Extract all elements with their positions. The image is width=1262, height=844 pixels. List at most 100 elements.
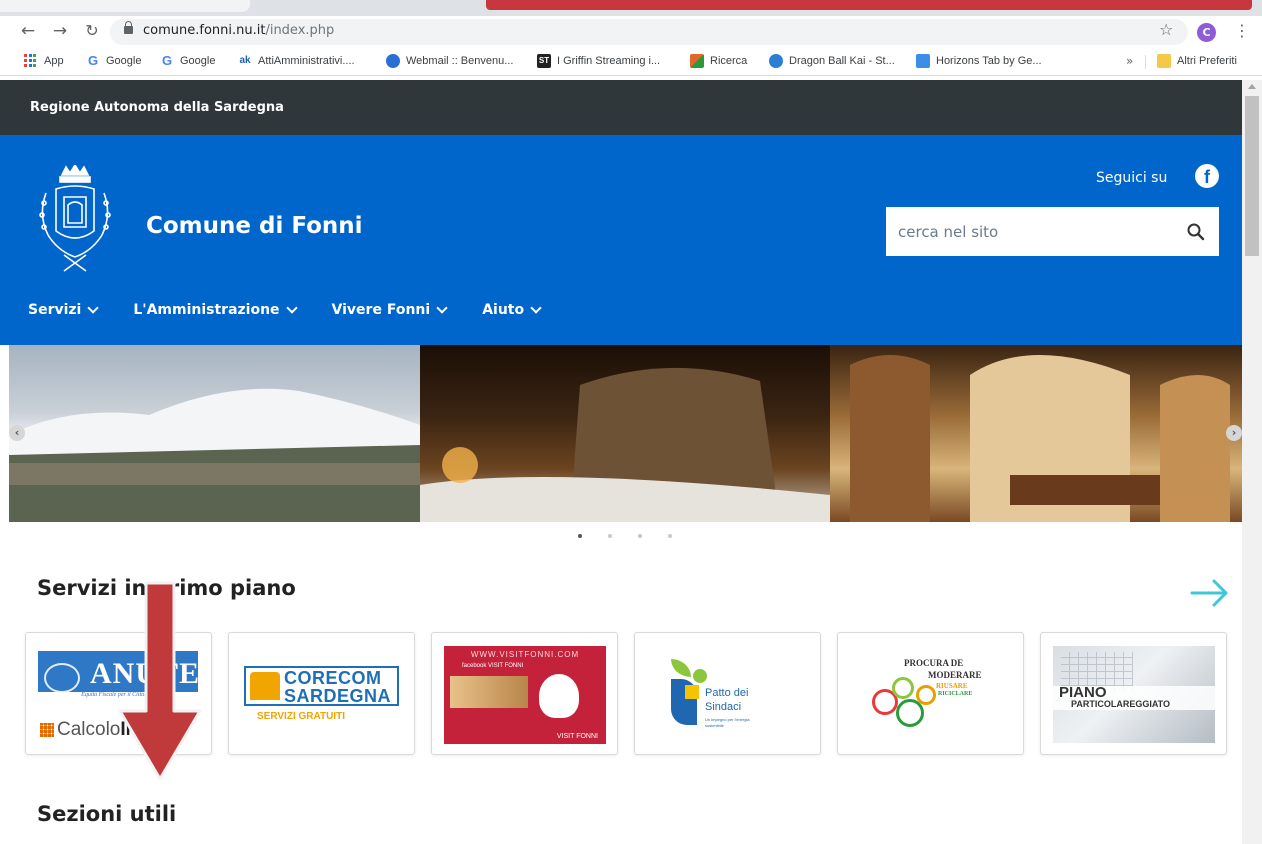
nav-aiuto[interactable]: Aiuto — [482, 302, 542, 318]
bird-icon — [539, 674, 579, 718]
chevron-down-icon — [285, 302, 298, 314]
patto-line2: Sindaci — [705, 701, 742, 713]
chevron-down-icon — [436, 302, 448, 314]
carousel-prev-icon[interactable]: ‹ — [9, 425, 25, 441]
google-icon: G — [161, 53, 173, 68]
patto-line3: Un impegno per l'energia sostenibile — [705, 717, 750, 728]
nav-vivere-fonni[interactable]: Vivere Fonni — [331, 302, 448, 318]
imu-prefix: Calcolo — [57, 719, 121, 740]
chevron-down-icon — [87, 302, 100, 314]
bookmark-griffin[interactable]: ST I Griffin Streaming i... — [537, 53, 660, 69]
scrollbar-thumb[interactable] — [1245, 96, 1259, 256]
bookmark-label: Dragon Ball Kai - St... — [789, 55, 895, 67]
corecom-line2: SARDEGNA — [284, 686, 392, 706]
st-icon: ST — [537, 54, 551, 68]
search-input[interactable] — [886, 207, 1176, 256]
page-scrollbar[interactable] — [1242, 80, 1262, 844]
follow-label: Seguici su — [1096, 170, 1168, 186]
bookmark-label: AttiAmministrativi.... — [258, 55, 355, 67]
main-navigation: Servizi L'Amministrazione Vivere Fonni A… — [28, 302, 542, 318]
food-photo — [450, 676, 528, 708]
scales-icon — [44, 663, 80, 693]
procura-line1: PROCURA DE — [904, 658, 964, 668]
bookmark-apps[interactable]: App — [24, 53, 64, 69]
region-link[interactable]: Regione Autonoma della Sardegna — [30, 100, 284, 115]
carousel-dot[interactable] — [608, 534, 612, 538]
site-header: Comune di Fonni Seguici su f Servizi L'A… — [0, 135, 1242, 345]
service-card-piano[interactable]: PIANO PARTICOLAREGGIATO — [1040, 632, 1227, 755]
arrow-right-icon[interactable] — [1190, 578, 1230, 608]
service-card-procura-moderare[interactable]: PROCURA DE MODERARE RIUSARE RICICLARE — [837, 632, 1024, 755]
forward-arrow-icon[interactable]: → — [50, 21, 70, 41]
service-card-imu[interactable]: ANUTEL Equità Fiscale per il Cittadino C… — [25, 632, 212, 755]
imu-suffix: 20 — [155, 719, 177, 740]
menu-kebab-icon[interactable]: ⋮ — [1234, 21, 1250, 40]
atti-icon: ak — [239, 55, 251, 66]
image-carousel: ‹ › — [9, 345, 1242, 522]
bookmarks-overflow-button[interactable]: » — [1126, 54, 1133, 68]
bookmark-label: Altri Preferiti — [1177, 55, 1237, 67]
bookmark-horizons[interactable]: Horizons Tab by Ge... — [916, 53, 1042, 69]
anutel-logo: ANUTEL Equità Fiscale per il Cittadino — [38, 651, 211, 701]
patto-sindaci-logo: Patto dei Sindaci Un impegno per l'energ… — [671, 659, 791, 739]
site-title[interactable]: Comune di Fonni — [146, 213, 363, 239]
featured-services-title: Servizi in primo piano — [37, 576, 296, 600]
carousel-dot[interactable] — [638, 534, 642, 538]
bookmark-label: Ricerca — [710, 55, 748, 67]
carousel-image-mountain[interactable] — [9, 345, 420, 522]
visit-fonni-footer: VISIT FONNI — [556, 733, 598, 740]
service-card-visit-fonni[interactable]: WWW.VISITFONNI.COM facebook VISIT FONNI … — [431, 632, 618, 755]
webmail-icon — [386, 54, 400, 68]
calcolo-imu-logo: Calcolo IMU 20 — [40, 719, 176, 741]
procura-line2: MODERARE — [928, 670, 982, 680]
chevron-down-icon — [530, 302, 542, 314]
carousel-image-nuraghe[interactable] — [420, 345, 830, 522]
reload-icon[interactable]: ↻ — [82, 21, 102, 41]
patto-line1: Patto dei — [705, 687, 749, 699]
bookmark-dragonball[interactable]: Dragon Ball Kai - St... — [769, 53, 895, 69]
carousel-dot[interactable] — [668, 534, 672, 538]
coat-of-arms-icon[interactable] — [34, 165, 116, 275]
carousel-dot[interactable] — [578, 534, 582, 538]
facebook-icon[interactable]: f — [1195, 164, 1219, 188]
bookmarks-divider — [1145, 55, 1146, 69]
horizons-icon — [916, 54, 930, 68]
browser-tab-active[interactable] — [486, 0, 1252, 10]
corecom-subtitle: SERVIZI GRATUITI — [257, 711, 345, 722]
nav-label: L'Amministrazione — [133, 302, 280, 318]
back-arrow-icon[interactable]: ← — [18, 21, 38, 41]
carousel-image-church[interactable] — [830, 345, 1242, 522]
bookmark-webmail[interactable]: Webmail :: Benvenu... — [386, 53, 513, 69]
grid-icon — [40, 723, 54, 737]
nav-label: Servizi — [28, 302, 82, 318]
bookmark-label: App — [44, 55, 64, 67]
bookmark-other-folder[interactable]: Altri Preferiti — [1157, 53, 1237, 69]
bookmark-google-1[interactable]: G Google — [86, 53, 142, 69]
service-card-patto-sindaci[interactable]: Patto dei Sindaci Un impegno per l'energ… — [634, 632, 821, 755]
nuraghe-photo — [420, 367, 830, 522]
bookmark-label: I Griffin Streaming i... — [557, 55, 661, 67]
url-text: comune.fonni.nu.it/index.php — [143, 23, 334, 38]
piano-logo: PIANO PARTICOLAREGGIATO — [1053, 646, 1215, 743]
imu-bold: IMU — [120, 719, 156, 740]
bookmark-ricerca[interactable]: Ricerca — [690, 53, 747, 69]
bookmark-google-2[interactable]: G Google — [160, 53, 216, 69]
profile-avatar[interactable]: C — [1197, 23, 1216, 42]
bookmark-star-icon[interactable]: ☆ — [1159, 20, 1173, 39]
bookmark-label: Google — [106, 55, 142, 67]
service-card-corecom[interactable]: CORECOM SARDEGNA SERVIZI GRATUITI — [228, 632, 415, 755]
visit-fonni-facebook: facebook VISIT FONNI — [462, 663, 524, 669]
nav-servizi[interactable]: Servizi — [28, 302, 100, 318]
scroll-up-icon[interactable] — [1248, 84, 1256, 89]
carousel-next-icon[interactable]: › — [1226, 425, 1242, 441]
bookmark-atti[interactable]: ak AttiAmministrativi.... — [238, 53, 355, 69]
site-search — [886, 207, 1219, 256]
folder-icon — [1157, 54, 1171, 68]
patto-square-icon — [685, 685, 699, 699]
nav-label: Vivere Fonni — [331, 302, 431, 318]
browser-tab[interactable] — [0, 0, 250, 12]
address-bar[interactable]: comune.fonni.nu.it/index.php — [110, 19, 1188, 45]
search-icon[interactable] — [1187, 223, 1205, 241]
url-host: comune.fonni.nu.it — [143, 23, 266, 38]
nav-amministrazione[interactable]: L'Amministrazione — [133, 302, 298, 318]
